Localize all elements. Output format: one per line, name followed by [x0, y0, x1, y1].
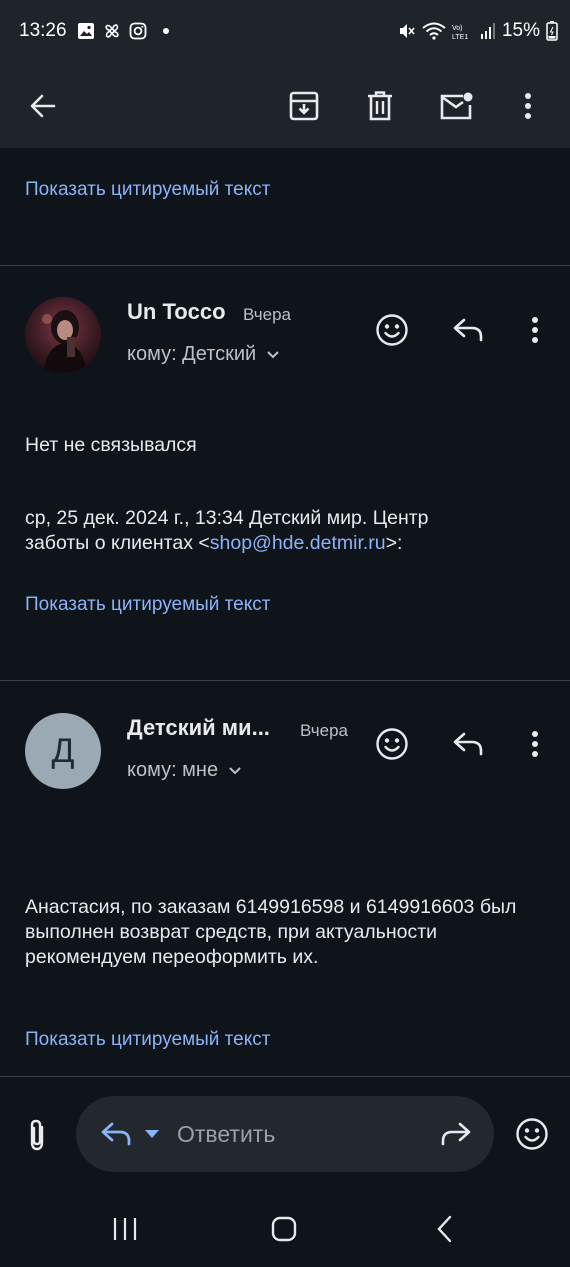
sender-name: Детский ми... — [127, 715, 270, 740]
email-link[interactable]: shop@hde.detmir.ru — [210, 532, 386, 554]
home-button[interactable] — [262, 1211, 306, 1247]
signal-icon — [480, 22, 496, 40]
reply-icon — [100, 1121, 132, 1147]
svg-text:Vo): Vo) — [452, 25, 463, 32]
battery-icon — [546, 21, 558, 41]
more-vert-icon — [531, 730, 539, 758]
reply-icon — [452, 731, 484, 757]
more-options-button[interactable] — [502, 80, 554, 132]
quote-header-end: >: — [385, 532, 403, 554]
chevron-down-icon — [266, 350, 280, 360]
trash-icon — [365, 90, 395, 122]
status-left-icons — [77, 22, 169, 40]
attach-button[interactable] — [15, 1113, 59, 1157]
message-date: Вчера — [300, 721, 348, 740]
notification-dot — [163, 28, 169, 34]
message-more-button[interactable] — [513, 722, 557, 766]
avatar[interactable] — [25, 297, 101, 373]
forward-icon — [440, 1121, 472, 1147]
delete-button[interactable] — [354, 80, 406, 132]
reply-button[interactable] — [446, 722, 490, 766]
recent-apps-button[interactable] — [103, 1211, 147, 1247]
reply-icon — [452, 317, 484, 343]
recipient-label: кому: мне — [127, 759, 219, 781]
status-time: 13:26 — [19, 20, 67, 41]
reply-mode-dropdown[interactable] — [132, 1112, 172, 1156]
sender-name: Un Tocco — [127, 299, 226, 324]
reply-button[interactable] — [446, 308, 490, 352]
back-button[interactable] — [17, 80, 69, 132]
mark-unread-button[interactable] — [430, 80, 482, 132]
back-nav-button[interactable] — [422, 1211, 466, 1247]
message-body: Нет не связывался — [25, 434, 197, 456]
quote-header: ср, 25 дек. 2024 г., 13:34 Детский мир. … — [25, 506, 495, 556]
caret-down-icon — [144, 1129, 160, 1139]
mark-unread-icon — [439, 91, 473, 121]
paperclip-icon — [26, 1118, 48, 1152]
show-quoted-text-link[interactable]: Показать цитируемый текст — [25, 594, 270, 616]
message-date: Вчера — [243, 305, 291, 324]
recent-apps-icon — [112, 1217, 138, 1241]
home-icon — [270, 1215, 298, 1243]
emoji-reaction-button[interactable] — [370, 308, 414, 352]
back-chevron-icon — [435, 1215, 453, 1243]
recipient-toggle[interactable]: кому: мне — [127, 759, 242, 782]
volte-icon: Vo) LTE1 — [452, 22, 474, 40]
emoji-reaction-button[interactable] — [370, 722, 414, 766]
status-bar: 13:26 Vo) LTE1 15% — [0, 0, 570, 64]
smiley-icon — [375, 313, 409, 347]
chevron-down-icon — [228, 766, 242, 776]
avatar[interactable]: Д — [25, 713, 101, 789]
show-quoted-text-link[interactable]: Показать цитируемый текст — [25, 1029, 270, 1051]
gallery-icon — [77, 22, 95, 40]
show-quoted-text-link-top[interactable]: Показать цитируемый текст — [25, 179, 270, 201]
more-vert-icon — [524, 92, 532, 120]
svg-text:LTE1: LTE1 — [452, 34, 468, 40]
smiley-icon — [515, 1117, 549, 1151]
more-vert-icon — [531, 316, 539, 344]
smiley-icon — [375, 727, 409, 761]
system-nav-bar — [0, 1197, 570, 1267]
message-body: Анастасия, по заказам 6149916598 и 61499… — [25, 896, 517, 968]
message-divider — [0, 680, 570, 681]
battery-label: 15% — [501, 20, 540, 41]
message-more-button[interactable] — [513, 308, 557, 352]
archive-button[interactable] — [278, 80, 330, 132]
reply-input[interactable]: Ответить — [76, 1096, 494, 1172]
fan-icon — [103, 22, 121, 40]
top-toolbar — [0, 64, 570, 148]
instagram-icon — [129, 22, 147, 40]
mute-icon — [398, 22, 416, 40]
message-divider — [0, 265, 570, 266]
wifi-icon — [422, 22, 446, 40]
recipient-label: кому: Детский — [127, 343, 257, 365]
emoji-button[interactable] — [510, 1112, 554, 1156]
reply-placeholder: Ответить — [177, 1121, 276, 1147]
recipient-toggle[interactable]: кому: Детский — [127, 343, 280, 366]
status-right-icons: Vo) LTE1 15% — [398, 20, 558, 42]
reply-bar: Ответить — [0, 1077, 570, 1197]
archive-icon — [288, 90, 320, 122]
back-arrow-icon — [28, 91, 58, 121]
forward-button[interactable] — [434, 1112, 478, 1156]
